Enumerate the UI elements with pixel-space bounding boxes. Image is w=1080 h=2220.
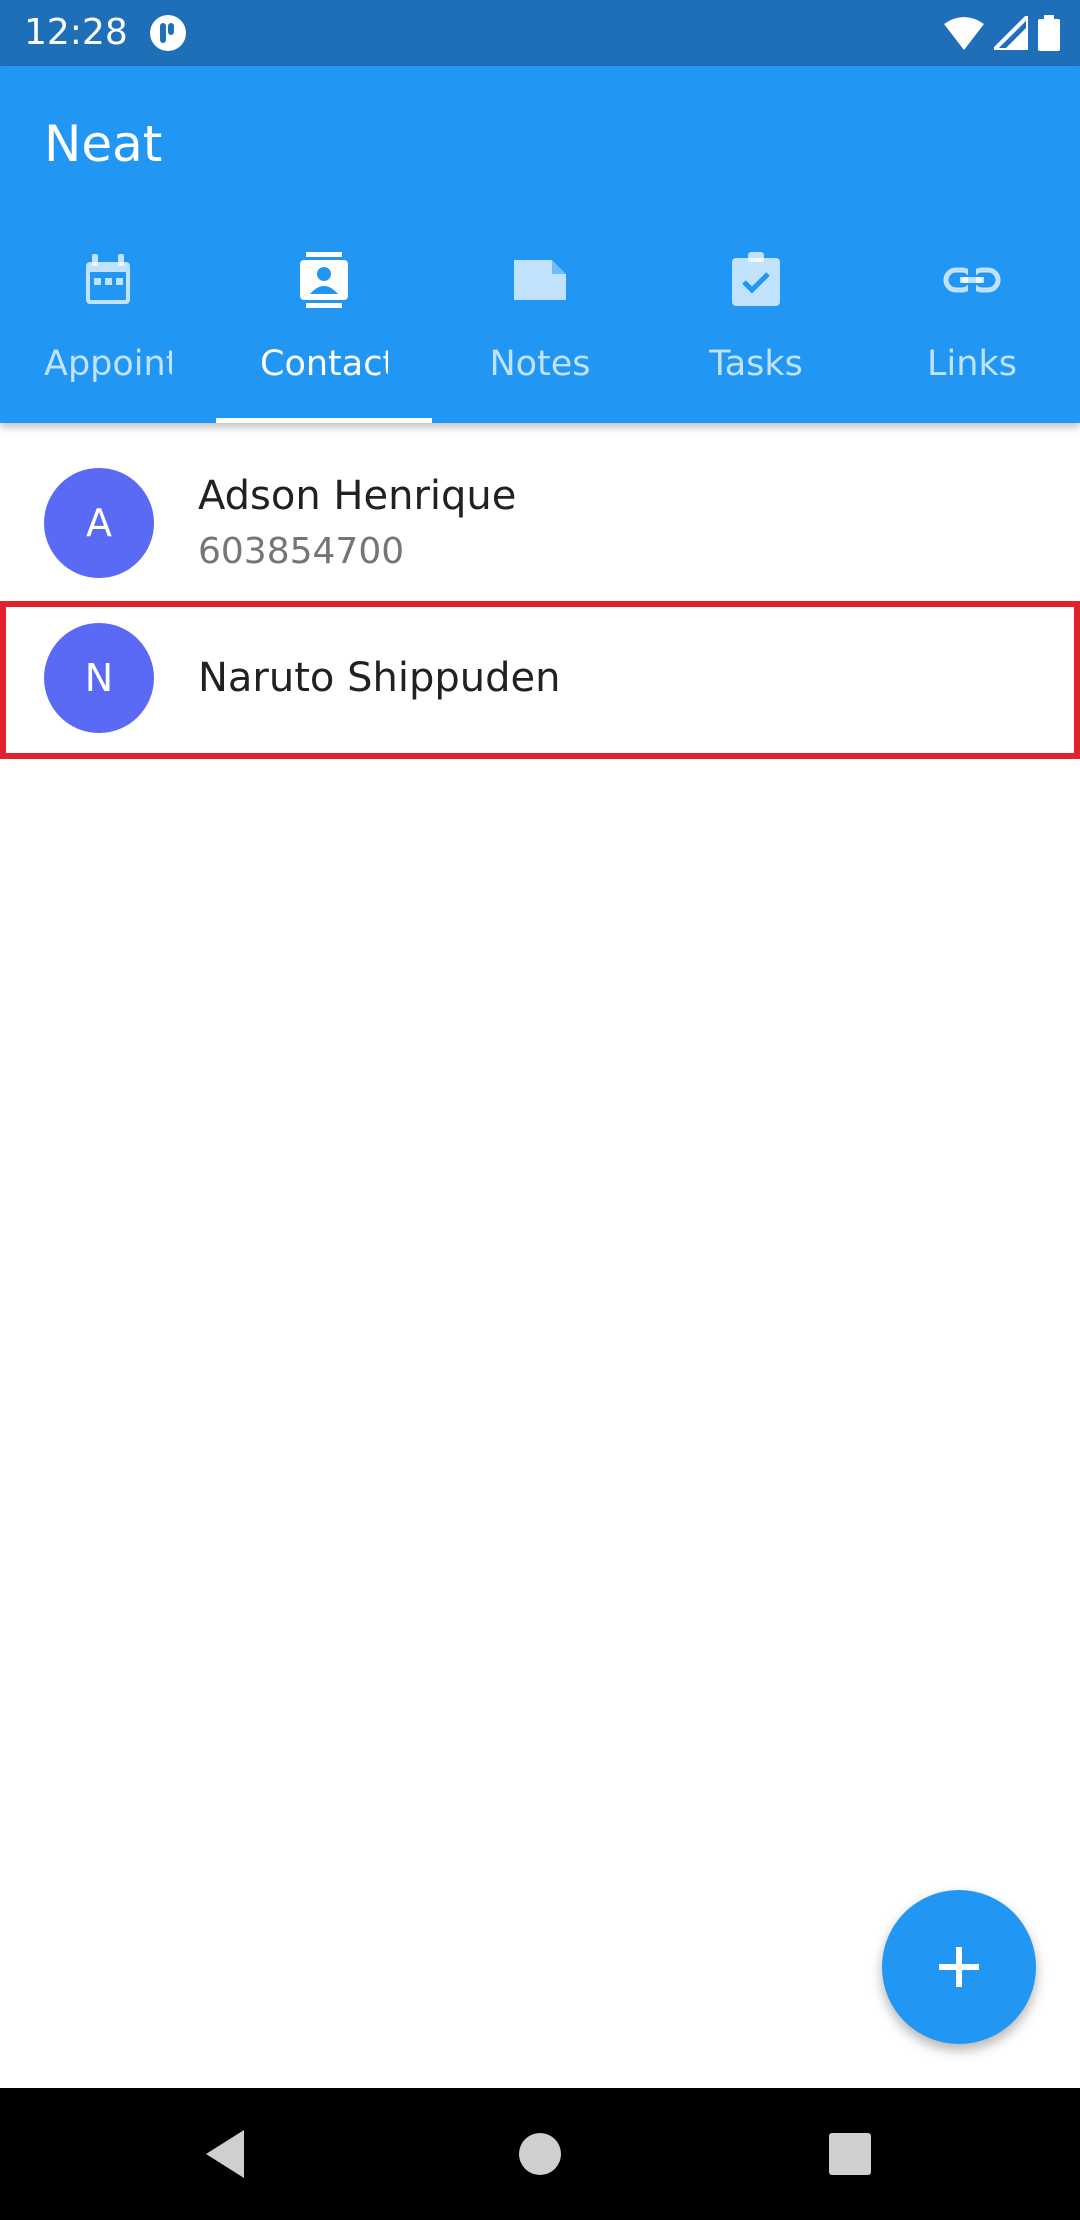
home-icon[interactable] bbox=[510, 2124, 570, 2184]
recents-icon[interactable] bbox=[820, 2124, 880, 2184]
navigation-bar bbox=[0, 2088, 1080, 2220]
tab-label: Notes bbox=[489, 344, 591, 384]
tab-label: Tasks bbox=[709, 344, 803, 384]
note-icon bbox=[514, 260, 566, 300]
link-icon bbox=[943, 266, 1001, 294]
notification-app-icon bbox=[150, 15, 186, 51]
tab-contacts[interactable]: Contacts bbox=[216, 232, 432, 423]
status-icons bbox=[944, 13, 1060, 53]
battery-icon bbox=[1038, 15, 1060, 51]
plus-icon bbox=[939, 1947, 979, 1987]
contact-phone: 603854700 bbox=[198, 531, 405, 572]
tab-label: Contacts bbox=[260, 344, 388, 384]
app-bar: Neat Appointments Contacts bbox=[0, 66, 1080, 423]
tab-label: Appointments bbox=[44, 344, 172, 384]
app-title: Neat bbox=[44, 115, 163, 173]
back-icon[interactable] bbox=[196, 2124, 256, 2184]
tab-tasks[interactable]: Tasks bbox=[648, 232, 864, 423]
list-item[interactable]: N Naruto Shippuden bbox=[0, 601, 1080, 759]
status-bar: 12:28 bbox=[0, 0, 1080, 66]
tab-links[interactable]: Links bbox=[864, 232, 1080, 423]
contact-icon bbox=[300, 252, 348, 308]
tab-label: Links bbox=[927, 344, 1017, 384]
avatar: A bbox=[44, 468, 154, 578]
list-item[interactable]: A Adson Henrique 603854700 bbox=[0, 423, 1080, 601]
contact-name: Naruto Shippuden bbox=[198, 655, 561, 701]
wifi-icon bbox=[944, 17, 984, 50]
add-contact-button[interactable] bbox=[882, 1890, 1036, 2044]
signal-icon bbox=[994, 16, 1028, 50]
status-time: 12:28 bbox=[24, 12, 128, 53]
avatar: N bbox=[44, 623, 154, 733]
task-icon bbox=[732, 252, 780, 306]
tab-notes[interactable]: Notes bbox=[432, 232, 648, 423]
contact-name: Adson Henrique bbox=[198, 473, 517, 519]
contact-list: A Adson Henrique 603854700 N Naruto Ship… bbox=[0, 423, 1080, 759]
tab-bar: Appointments Contacts Notes bbox=[0, 232, 1080, 423]
calendar-icon bbox=[86, 254, 130, 304]
tab-appointments[interactable]: Appointments bbox=[0, 232, 216, 423]
